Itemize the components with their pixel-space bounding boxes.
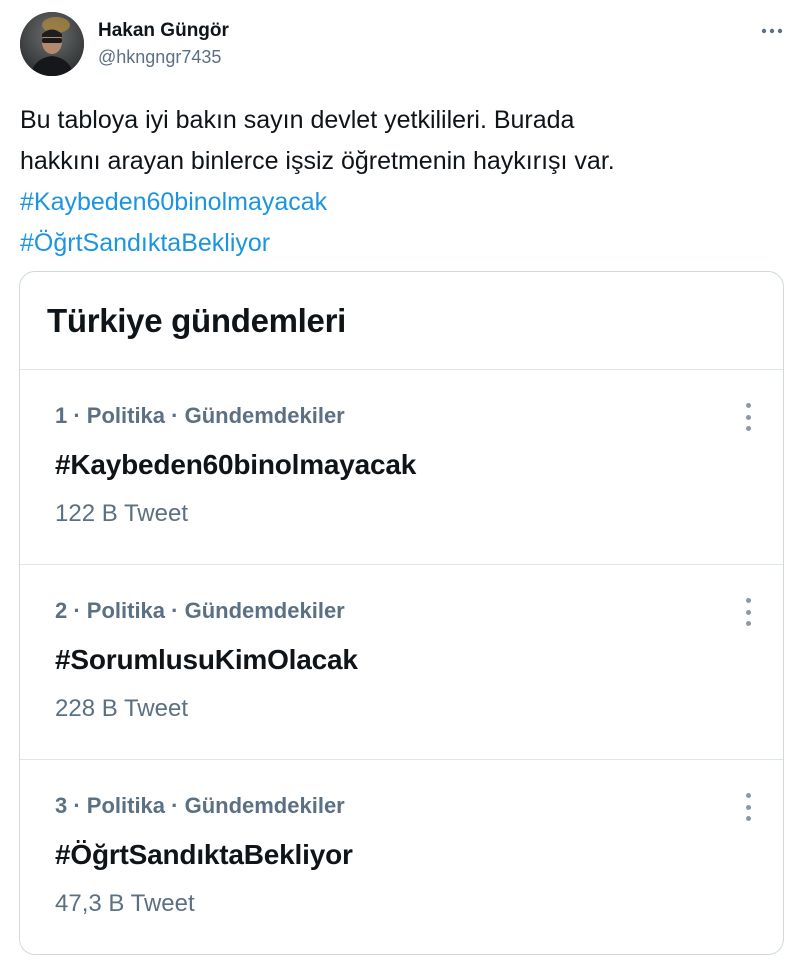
tweet-more-button[interactable] bbox=[759, 18, 785, 44]
trend-meta: 3 · Politika · Gündemdekiler bbox=[55, 793, 345, 818]
trend-more-button[interactable] bbox=[741, 791, 755, 823]
trend-count: 228 B Tweet bbox=[55, 695, 188, 722]
more-vertical-icon bbox=[745, 793, 751, 798]
trend-count: 122 B Tweet bbox=[55, 500, 188, 527]
author-name[interactable]: Hakan Güngör bbox=[98, 20, 229, 42]
avatar[interactable] bbox=[20, 12, 84, 76]
trend-item[interactable]: 2 · Politika · Gündemdekiler #SorumlusuK… bbox=[20, 564, 783, 759]
trend-item[interactable]: 3 · Politika · Gündemdekiler #ÖğrtSandık… bbox=[20, 759, 783, 954]
tweet: Hakan Güngör @hkngngr7435 Bu tabloya iyi… bbox=[0, 0, 799, 969]
more-vertical-icon bbox=[745, 598, 751, 603]
tweet-text: Bu tabloya iyi bakın sayın devlet yetkil… bbox=[20, 100, 760, 264]
more-vertical-icon bbox=[745, 621, 751, 626]
trend-more-button[interactable] bbox=[741, 401, 755, 433]
more-vertical-icon bbox=[745, 403, 751, 408]
tweet-text-line: Bu tabloya iyi bakın sayın devlet yetkil… bbox=[20, 106, 575, 134]
trend-meta: 2 · Politika · Gündemdekiler bbox=[55, 598, 345, 623]
trend-name: #ÖğrtSandıktaBekliyor bbox=[55, 839, 353, 870]
tweet-text-line: hakkını arayan binlerce işsiz öğretmenin… bbox=[20, 147, 615, 175]
more-horizontal-icon bbox=[761, 28, 783, 34]
more-vertical-icon bbox=[745, 609, 751, 615]
trends-card[interactable]: Türkiye gündemleri 1 · Politika · Gündem… bbox=[19, 271, 784, 955]
trend-name: #Kaybeden60binolmayacak bbox=[55, 449, 417, 480]
hashtag-link[interactable]: #ÖğrtSandıktaBekliyor bbox=[20, 223, 760, 264]
trend-more-button[interactable] bbox=[741, 596, 755, 628]
more-vertical-icon bbox=[745, 414, 751, 420]
trend-count: 47,3 B Tweet bbox=[55, 890, 195, 917]
more-vertical-icon bbox=[745, 426, 751, 431]
trend-item[interactable]: 1 · Politika · Gündemdekiler #Kaybeden60… bbox=[20, 369, 783, 564]
trend-name: #SorumlusuKimOlacak bbox=[55, 644, 358, 675]
card-title: Türkiye gündemleri bbox=[47, 302, 347, 339]
more-vertical-icon bbox=[745, 816, 751, 821]
hashtag-link[interactable]: #Kaybeden60binolmayacak bbox=[20, 182, 760, 223]
more-vertical-icon bbox=[745, 804, 751, 810]
trend-meta: 1 · Politika · Gündemdekiler bbox=[55, 403, 345, 428]
author-handle[interactable]: @hkngngr7435 bbox=[98, 47, 221, 68]
